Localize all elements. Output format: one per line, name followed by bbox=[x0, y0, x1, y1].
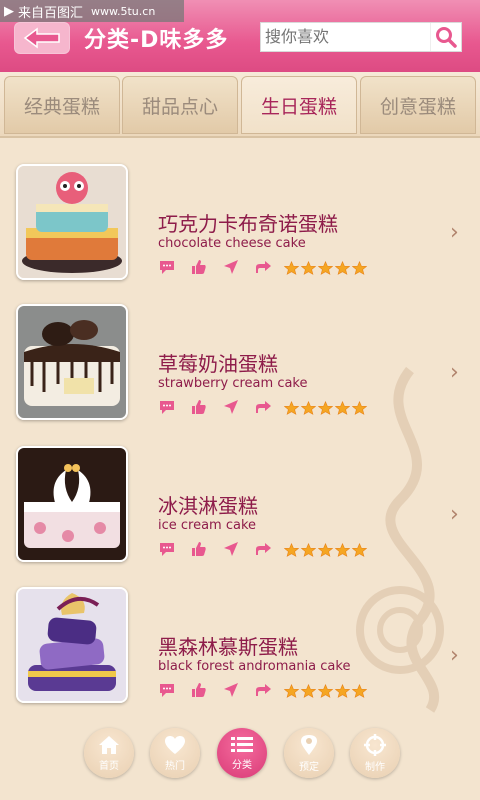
navigate-arrow-icon[interactable] bbox=[220, 258, 242, 276]
search-box bbox=[260, 22, 462, 52]
tab-classic-cake[interactable]: 经典蛋糕 bbox=[4, 76, 120, 134]
nav-hot[interactable]: 热门 bbox=[150, 728, 200, 778]
nav-category-label: 分类 bbox=[232, 759, 252, 771]
location-pin-icon bbox=[301, 734, 317, 755]
chevron-right-icon[interactable]: › bbox=[450, 502, 459, 527]
tab-creative-cake[interactable]: 创意蛋糕 bbox=[360, 76, 476, 134]
item-actions bbox=[156, 681, 274, 699]
star-icon bbox=[317, 400, 334, 419]
cake-name-english: strawberry cream cake bbox=[158, 376, 308, 391]
target-icon bbox=[364, 733, 386, 756]
home-icon bbox=[99, 735, 119, 754]
heart-icon bbox=[165, 735, 185, 754]
chevron-right-icon[interactable]: › bbox=[450, 220, 459, 245]
star-rating bbox=[283, 683, 368, 702]
cake-name-english: black forest andromania cake bbox=[158, 659, 351, 674]
navigate-arrow-icon[interactable] bbox=[220, 540, 242, 558]
comment-icon[interactable] bbox=[156, 258, 178, 276]
back-arrow-icon bbox=[23, 27, 60, 49]
list-item[interactable]: 巧克力卡布奇诺蛋糕 chocolate cheese cake › bbox=[0, 148, 480, 280]
star-icon bbox=[300, 260, 317, 279]
cake-name: 草莓奶油蛋糕 bbox=[158, 352, 278, 376]
thumbs-up-icon[interactable] bbox=[188, 681, 210, 699]
bottom-nav: 首页 热门 分类 预定 制作 bbox=[0, 720, 480, 800]
cake-thumbnail[interactable] bbox=[16, 304, 128, 420]
search-input[interactable] bbox=[261, 23, 429, 49]
back-button[interactable] bbox=[14, 22, 70, 54]
share-icon[interactable] bbox=[252, 398, 274, 416]
nav-home-label: 首页 bbox=[99, 760, 119, 772]
thumbs-up-icon[interactable] bbox=[188, 398, 210, 416]
cake-name: 冰淇淋蛋糕 bbox=[158, 494, 258, 518]
share-icon[interactable] bbox=[252, 681, 274, 699]
star-icon bbox=[351, 683, 368, 702]
item-actions bbox=[156, 398, 274, 416]
nav-reserve-label: 预定 bbox=[299, 761, 319, 773]
tab-desserts[interactable]: 甜品点心 bbox=[122, 76, 238, 134]
star-icon bbox=[334, 260, 351, 279]
thumbs-up-icon[interactable] bbox=[188, 258, 210, 276]
list-item[interactable]: 黑森林慕斯蛋糕 black forest andromania cake › bbox=[0, 571, 480, 703]
cake-name: 巧克力卡布奇诺蛋糕 bbox=[158, 212, 338, 236]
star-icon bbox=[317, 683, 334, 702]
navigate-arrow-icon[interactable] bbox=[220, 681, 242, 699]
comment-icon[interactable] bbox=[156, 681, 178, 699]
watermark-text: 来自百图汇 bbox=[18, 5, 84, 21]
tab-birthday-cake[interactable]: 生日蛋糕 bbox=[241, 76, 357, 134]
star-icon bbox=[300, 400, 317, 419]
navigate-arrow-icon[interactable] bbox=[220, 398, 242, 416]
comment-icon[interactable] bbox=[156, 540, 178, 558]
star-icon bbox=[317, 260, 334, 279]
list-item[interactable]: 草莓奶油蛋糕 strawberry cream cake › bbox=[0, 288, 480, 420]
star-icon bbox=[351, 542, 368, 561]
star-icon bbox=[334, 542, 351, 561]
chevron-right-icon[interactable]: › bbox=[450, 643, 459, 668]
star-rating bbox=[283, 260, 368, 279]
star-icon bbox=[283, 400, 300, 419]
nav-make[interactable]: 制作 bbox=[350, 728, 400, 778]
star-icon bbox=[283, 260, 300, 279]
share-icon[interactable] bbox=[252, 540, 274, 558]
cake-thumbnail[interactable] bbox=[16, 164, 128, 280]
item-actions bbox=[156, 258, 274, 276]
cake-name-english: chocolate cheese cake bbox=[158, 236, 306, 251]
search-icon bbox=[436, 27, 457, 48]
cake-name: 黑森林慕斯蛋糕 bbox=[158, 635, 298, 659]
watermark-url: www.5tu.cn bbox=[91, 4, 156, 18]
star-icon bbox=[300, 542, 317, 561]
thumbs-up-icon[interactable] bbox=[188, 540, 210, 558]
star-rating bbox=[283, 400, 368, 419]
star-icon bbox=[334, 400, 351, 419]
star-icon bbox=[283, 683, 300, 702]
share-icon[interactable] bbox=[252, 258, 274, 276]
item-actions bbox=[156, 540, 274, 558]
list-icon bbox=[231, 736, 253, 752]
nav-make-label: 制作 bbox=[365, 761, 385, 773]
star-icon bbox=[351, 400, 368, 419]
cake-thumbnail[interactable] bbox=[16, 587, 128, 703]
star-icon bbox=[351, 260, 368, 279]
category-tabs: 经典蛋糕 甜品点心 生日蛋糕 创意蛋糕 bbox=[0, 72, 480, 138]
watermark: ▶ 来自百图汇 www.5tu.cn bbox=[0, 0, 184, 22]
star-icon bbox=[317, 542, 334, 561]
cake-thumbnail[interactable] bbox=[16, 446, 128, 562]
nav-hot-label: 热门 bbox=[165, 760, 185, 772]
chevron-right-icon[interactable]: › bbox=[450, 360, 459, 385]
star-icon bbox=[283, 542, 300, 561]
comment-icon[interactable] bbox=[156, 398, 178, 416]
page-title: 分类-D味多多 bbox=[84, 28, 229, 53]
star-icon bbox=[300, 683, 317, 702]
star-rating bbox=[283, 542, 368, 561]
nav-reserve[interactable]: 预定 bbox=[284, 728, 334, 778]
cake-name-english: ice cream cake bbox=[158, 518, 257, 533]
nav-home[interactable]: 首页 bbox=[84, 728, 134, 778]
list-item[interactable]: 冰淇淋蛋糕 ice cream cake › bbox=[0, 430, 480, 562]
nav-category[interactable]: 分类 bbox=[217, 728, 267, 778]
search-button[interactable] bbox=[430, 23, 461, 51]
play-icon: ▶ bbox=[4, 3, 14, 19]
star-icon bbox=[334, 683, 351, 702]
